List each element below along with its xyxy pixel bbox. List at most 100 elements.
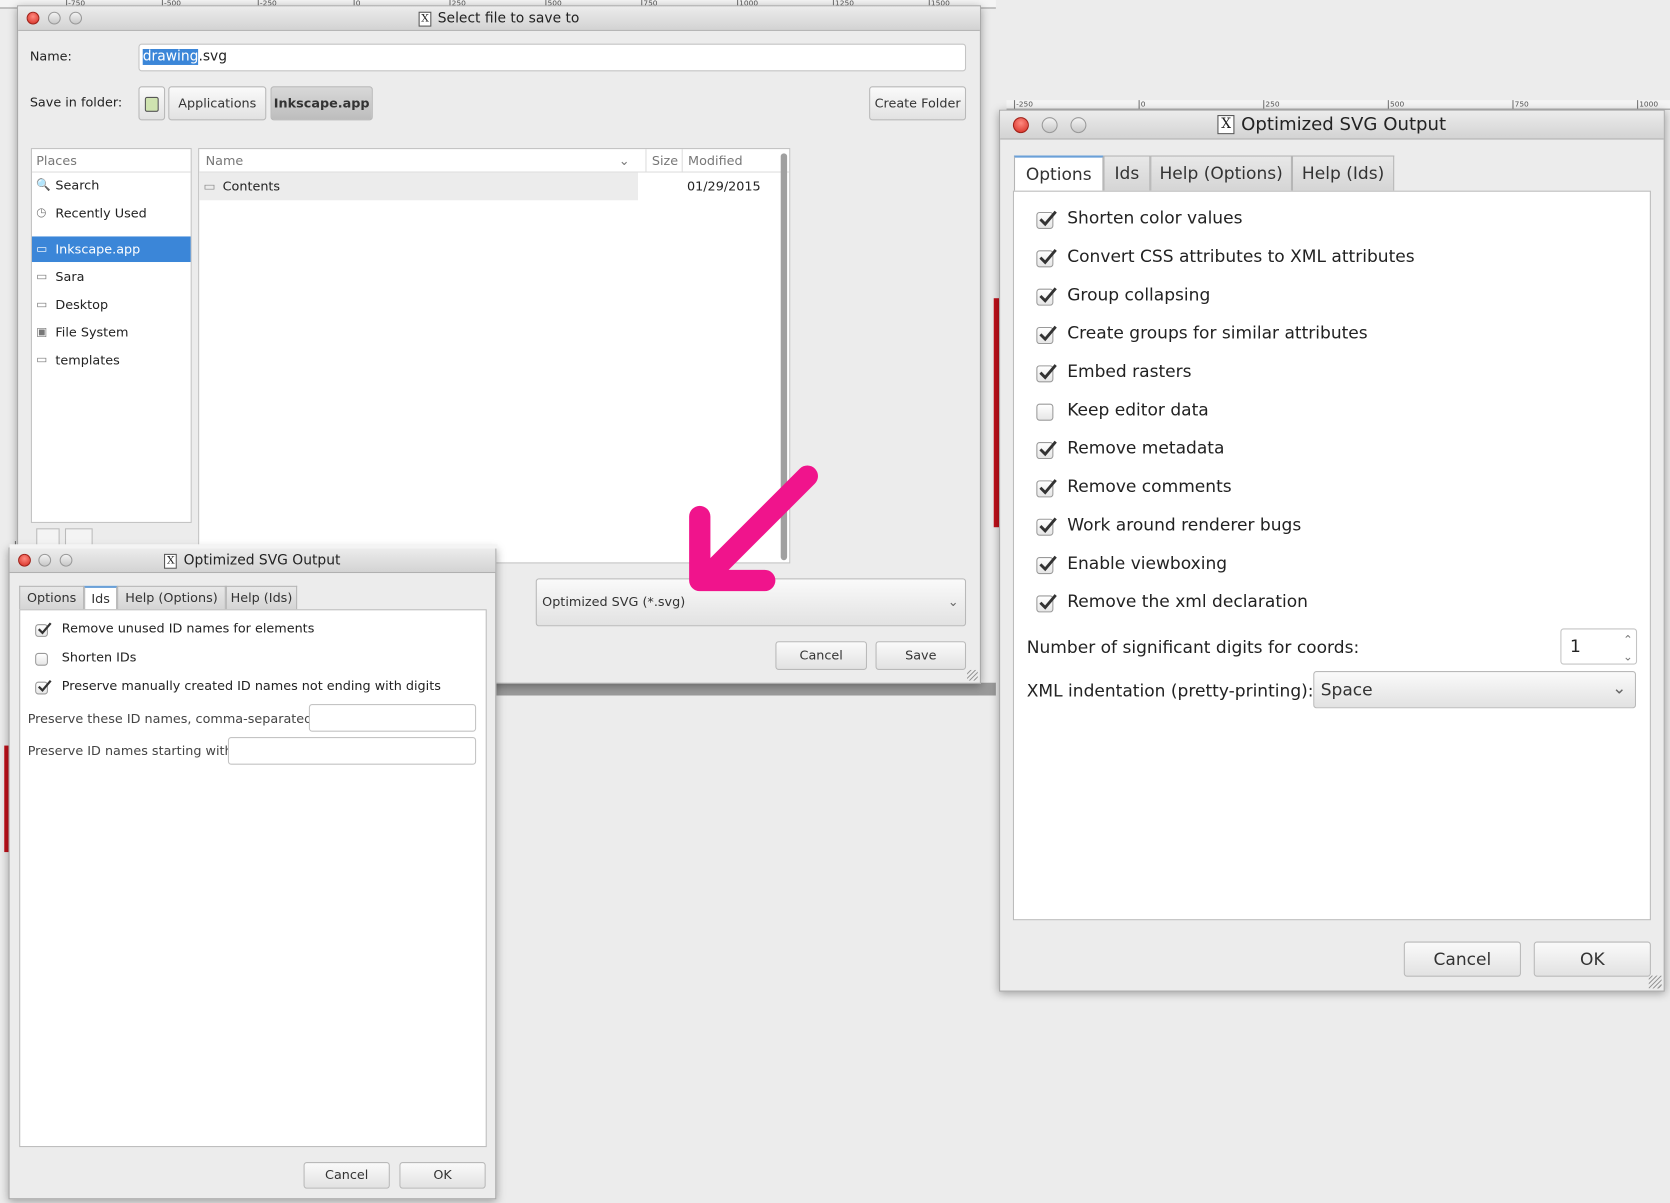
sort-chevron-icon[interactable]: ⌄ — [619, 149, 630, 172]
resize-grip-icon[interactable] — [1648, 975, 1662, 989]
zoom-button[interactable] — [69, 11, 83, 25]
checkbox-row[interactable]: Remove the xml declaration — [1014, 591, 1650, 613]
ruler-tick-label: 250 — [1263, 100, 1280, 109]
minimize-button[interactable] — [1041, 117, 1058, 134]
name-label: Name: — [29, 48, 72, 64]
title-bar[interactable]: X Select file to save to — [18, 6, 980, 31]
filename-extension: .svg — [198, 48, 228, 65]
checkbox[interactable] — [1036, 325, 1057, 345]
checkbox-row[interactable]: Convert CSS attributes to XML attributes — [1014, 246, 1650, 268]
checkbox-row[interactable]: Embed rasters — [1014, 361, 1650, 383]
place-item[interactable]: 🔍 Search — [32, 173, 191, 199]
folder-icon: ▭ — [36, 352, 48, 367]
checkbox-label: Enable viewboxing — [1067, 552, 1228, 574]
places-header: Places — [31, 149, 191, 173]
preserve-names-input[interactable] — [308, 704, 477, 732]
checkbox-row[interactable]: Shorten color values — [1014, 208, 1650, 229]
tab-help-ids[interactable]: Help (Ids) — [225, 585, 298, 610]
checkbox[interactable] — [1036, 594, 1057, 613]
zoom-button[interactable] — [59, 553, 73, 567]
checkbox[interactable] — [1036, 479, 1057, 498]
digits-spinner[interactable]: 1 ⌃ ⌄ — [1560, 628, 1638, 665]
checkbox[interactable] — [35, 622, 52, 637]
column-modified[interactable]: Modified — [681, 149, 743, 173]
checkbox-row[interactable]: Remove unused ID names for elements — [20, 621, 485, 637]
checkbox[interactable] — [1036, 287, 1057, 306]
preserve-prefix-input[interactable] — [227, 737, 477, 765]
checkbox[interactable] — [1036, 555, 1057, 575]
checkbox-row[interactable]: Keep editor data — [1014, 399, 1650, 421]
file-name-cell: ▭ Contents — [199, 172, 638, 201]
tab-ids[interactable]: Ids — [84, 585, 118, 610]
checkbox[interactable] — [1036, 440, 1057, 460]
save-in-label: Save in folder: — [29, 94, 123, 110]
zoom-button[interactable] — [1070, 117, 1087, 134]
place-item[interactable]: ▭ Desktop — [32, 292, 191, 318]
create-folder-button[interactable]: Create Folder — [869, 86, 967, 121]
ok-button[interactable]: OK — [399, 1162, 486, 1189]
path-button-applications[interactable]: Applications — [168, 86, 267, 121]
checkbox-row[interactable]: Work around renderer bugs — [1014, 514, 1650, 536]
checkbox-row[interactable]: Shorten IDs — [20, 649, 485, 666]
path-button-inkscape-app[interactable]: Inkscape.app — [270, 86, 373, 121]
title-bar[interactable]: X Optimized SVG Output — [1000, 110, 1664, 140]
place-label: Desktop — [55, 297, 109, 313]
column-size[interactable]: Size — [645, 149, 678, 173]
ruler-tick-label: 0 — [1138, 100, 1145, 109]
place-item[interactable]: ◷ Recently Used — [32, 200, 191, 226]
checkbox[interactable] — [35, 652, 48, 666]
checkbox-row[interactable]: Create groups for similar attributes — [1014, 323, 1650, 345]
cancel-button[interactable]: Cancel — [303, 1162, 390, 1189]
cancel-button[interactable]: Cancel — [775, 641, 867, 670]
tab-help-options[interactable]: Help (Options) — [1150, 155, 1292, 191]
cancel-button[interactable]: Cancel — [1403, 941, 1521, 977]
place-item[interactable]: ▭ templates — [32, 347, 191, 373]
checkbox-row[interactable]: Remove comments — [1014, 476, 1650, 498]
tab-help-options[interactable]: Help (Options) — [117, 585, 226, 610]
tab-content-panel: Remove unused ID names for elements Short… — [19, 609, 487, 1148]
checkbox[interactable] — [1036, 249, 1057, 268]
checkbox-label: Shorten IDs — [61, 649, 137, 665]
tab-ids[interactable]: Ids — [1103, 155, 1151, 191]
checkbox-row[interactable]: Enable viewboxing — [1014, 553, 1650, 575]
minimize-button[interactable] — [38, 553, 52, 567]
folder-icon: ▭ — [36, 241, 48, 256]
checkbox[interactable] — [1036, 403, 1054, 421]
place-item[interactable]: ▣ File System — [32, 320, 191, 346]
column-name[interactable]: Name — [206, 149, 244, 172]
ok-button[interactable]: OK — [1533, 941, 1651, 977]
tab-content-panel: Shorten color values Convert CSS attribut… — [1012, 190, 1651, 921]
x11-icon: X — [1217, 115, 1235, 135]
drive-icon — [144, 96, 159, 112]
close-button[interactable] — [18, 553, 31, 567]
filename-input[interactable]: drawing.svg — [138, 43, 967, 72]
file-type-value: Optimized SVG (*.svg) — [542, 594, 686, 610]
checkbox[interactable] — [1036, 364, 1057, 383]
chevron-down-icon: ⌄ — [1612, 677, 1627, 698]
checkbox-label: Work around renderer bugs — [1067, 514, 1302, 535]
close-button[interactable] — [1012, 117, 1029, 134]
checkbox-row[interactable]: Remove metadata — [1014, 438, 1650, 460]
checkbox[interactable] — [1036, 210, 1057, 229]
path-root-button[interactable] — [138, 86, 166, 121]
ruler-tick-label: 1000 — [1637, 100, 1658, 109]
checkbox[interactable] — [35, 679, 52, 695]
close-button[interactable] — [26, 11, 40, 25]
tab-options[interactable]: Options — [19, 585, 85, 610]
place-item[interactable]: ▭ Inkscape.app — [31, 236, 191, 263]
checkbox[interactable] — [1036, 517, 1057, 536]
checkbox-label: Keep editor data — [1067, 399, 1209, 420]
place-item[interactable]: ▭ Sara — [32, 264, 191, 290]
checkbox-row[interactable]: Group collapsing — [1014, 284, 1650, 306]
search-icon: 🔍 — [36, 177, 51, 192]
checkbox-row[interactable]: Preserve manually created ID names not e… — [20, 678, 485, 695]
tab-help-ids[interactable]: Help (Ids) — [1291, 155, 1395, 191]
file-row[interactable]: ▭ Contents 01/29/2015 — [199, 172, 789, 201]
minimize-button[interactable] — [47, 11, 61, 25]
drive-icon: ▣ — [36, 324, 48, 339]
save-button[interactable]: Save — [875, 641, 967, 670]
title-bar[interactable]: X Optimized SVG Output — [9, 548, 496, 574]
resize-grip-icon[interactable] — [967, 669, 978, 681]
indent-dropdown[interactable]: Space ⌄ — [1313, 671, 1636, 709]
tab-options[interactable]: Options — [1013, 155, 1104, 191]
